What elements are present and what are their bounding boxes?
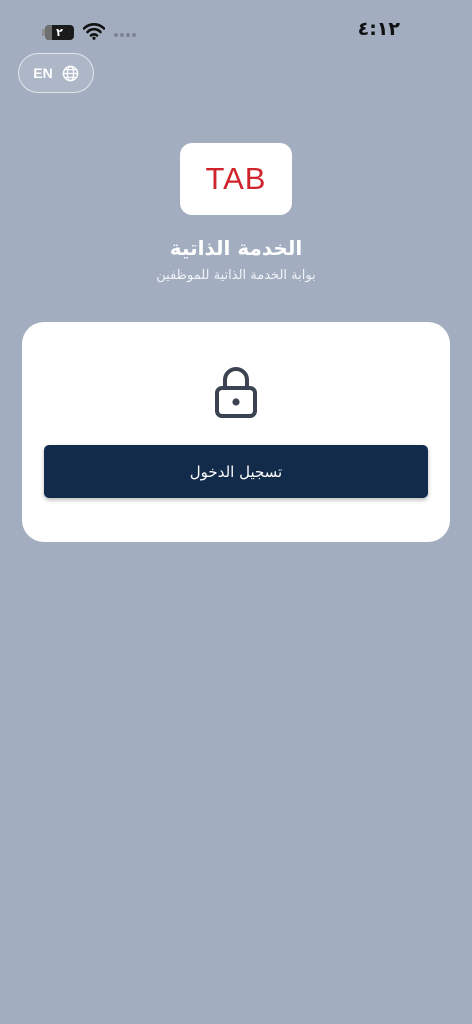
login-card: تسجيل الدخول <box>22 322 450 542</box>
cellular-signal-icon <box>114 33 136 37</box>
lock-icon <box>215 367 257 418</box>
login-button[interactable]: تسجيل الدخول <box>44 445 428 498</box>
language-toggle-button[interactable]: EN <box>18 53 94 93</box>
globe-icon <box>62 65 79 81</box>
page-subtitle: بوابة الخدمة الذاتية للموظفين <box>156 268 316 283</box>
battery-icon: ٢ <box>42 24 76 41</box>
wifi-icon <box>83 23 105 40</box>
battery-level: ٢ <box>56 26 63 39</box>
page-title: الخدمة الذاتية <box>169 236 303 260</box>
status-time: ٤:١٢ <box>357 18 400 40</box>
language-label: EN <box>33 65 53 81</box>
company-logo: TAB <box>180 143 292 215</box>
logo-text: TAB <box>205 161 267 196</box>
status-bar: ٢ ٤:١٢ <box>0 0 472 60</box>
